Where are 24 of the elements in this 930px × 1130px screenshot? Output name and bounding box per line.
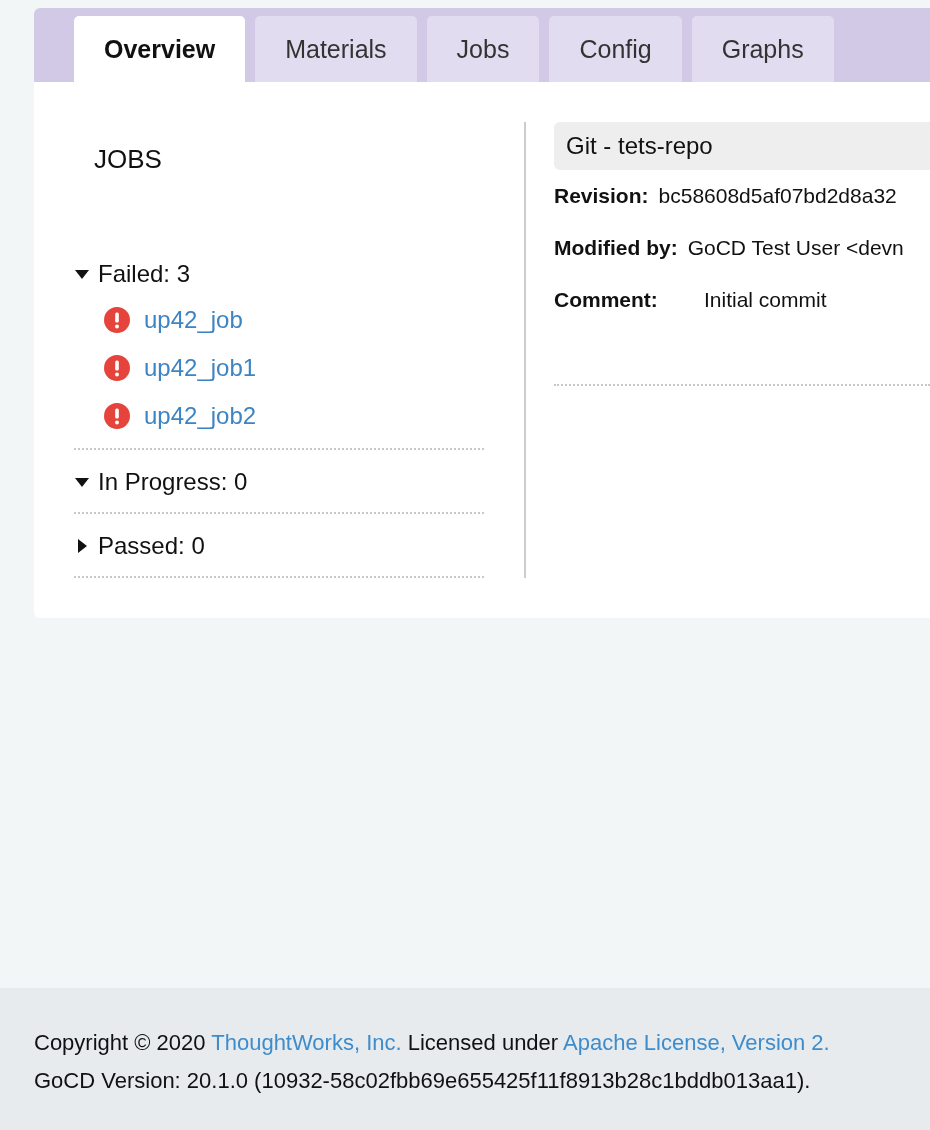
error-icon (104, 355, 130, 381)
tab[interactable]: Overview (74, 16, 246, 82)
job-group-toggle[interactable]: In Progress: 0 (74, 460, 248, 504)
copyright-text: Copyright © 2020 ThoughtWorks, Inc. Licensed under Apache License, Version 2. (34, 1029, 831, 1057)
job-group-toggle[interactable]: Passed: 0 (74, 524, 205, 568)
field-value: bc58608d5af07bd2d8a32 (658, 184, 897, 208)
job-link[interactable]: up42_job1 (144, 354, 257, 382)
tab[interactable]: Config (549, 16, 682, 82)
jobs-heading: JOBS (93, 143, 163, 176)
version-text: GoCD Version: 20.1.0 (10932-58c02fbb69e655425f11f8913b28c1bddb013aa1). (34, 1067, 812, 1095)
tab[interactable]: Graphs (691, 16, 834, 82)
field-value: GoCD Test User <devn (687, 236, 904, 260)
field-label: Revision: (554, 184, 649, 208)
job-link[interactable]: up42_job2 (144, 402, 257, 430)
job-group-toggle[interactable]: Failed: 3 (74, 252, 191, 296)
error-icon (104, 307, 130, 333)
job-link[interactable]: up42_job (144, 306, 243, 334)
field-label: Comment: (554, 288, 659, 312)
material-header: Git - tets-repo (554, 122, 930, 170)
field-value: Initial commit (704, 288, 827, 312)
tab[interactable]: Materials (255, 16, 417, 82)
field-label: Modified by: (554, 236, 678, 260)
error-icon (104, 403, 130, 429)
tab[interactable]: Jobs (426, 16, 540, 82)
